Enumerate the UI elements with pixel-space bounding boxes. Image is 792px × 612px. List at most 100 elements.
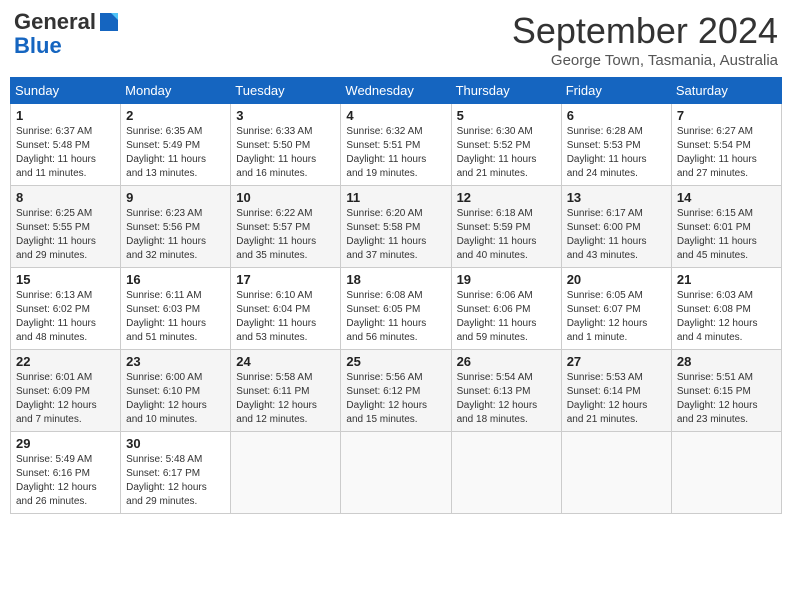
day-number: 23 <box>126 354 225 369</box>
day-info: Sunrise: 6:15 AM Sunset: 6:01 PM Dayligh… <box>677 207 776 263</box>
day-number: 8 <box>16 190 115 205</box>
day-info: Sunrise: 5:49 AM Sunset: 6:16 PM Dayligh… <box>16 453 115 509</box>
calendar-cell: 12Sunrise: 6:18 AM Sunset: 5:59 PM Dayli… <box>451 186 561 268</box>
day-number: 1 <box>16 108 115 123</box>
calendar-cell: 30 Sunrise: 5:48 AM Sunset: 6:17 PM Dayli… <box>121 432 231 514</box>
calendar-cell: 25Sunrise: 5:56 AM Sunset: 6:12 PM Dayli… <box>341 350 451 432</box>
weekday-header-sunday: Sunday <box>11 78 121 104</box>
day-number: 15 <box>16 272 115 287</box>
calendar-cell <box>451 432 561 514</box>
calendar-cell: 19 Sunrise: 6:06 AM Sunset: 6:06 PM Dayli… <box>451 268 561 350</box>
weekday-header-row: SundayMondayTuesdayWednesdayThursdayFrid… <box>11 78 782 104</box>
day-info: Sunrise: 5:58 AM Sunset: 6:11 PM Dayligh… <box>236 371 335 427</box>
logo-general-text: General <box>14 10 96 34</box>
calendar-cell: 26 Sunrise: 5:54 AM Sunset: 6:13 PM Dayli… <box>451 350 561 432</box>
calendar-cell: 10 Sunrise: 6:22 AM Sunset: 5:57 PM Dayli… <box>231 186 341 268</box>
day-info: Sunrise: 5:48 AM Sunset: 6:17 PM Dayligh… <box>126 453 225 509</box>
day-info: Sunrise: 6:01 AM Sunset: 6:09 PM Dayligh… <box>16 371 115 427</box>
day-number: 18 <box>346 272 445 287</box>
day-number: 6 <box>567 108 666 123</box>
day-info: Sunrise: 6:37 AM Sunset: 5:48 PM Dayligh… <box>16 125 115 181</box>
day-info: Sunrise: 6:28 AM Sunset: 5:53 PM Dayligh… <box>567 125 666 181</box>
calendar-cell: 17 Sunrise: 6:10 AM Sunset: 6:04 PM Dayli… <box>231 268 341 350</box>
calendar-cell: 7 Sunrise: 6:27 AM Sunset: 5:54 PM Daylig… <box>671 104 781 186</box>
calendar-cell: 21Sunrise: 6:03 AM Sunset: 6:08 PM Dayli… <box>671 268 781 350</box>
day-info: Sunrise: 6:17 AM Sunset: 6:00 PM Dayligh… <box>567 207 666 263</box>
weekday-header-wednesday: Wednesday <box>341 78 451 104</box>
day-info: Sunrise: 6:27 AM Sunset: 5:54 PM Dayligh… <box>677 125 776 181</box>
calendar-cell: 3 Sunrise: 6:33 AM Sunset: 5:50 PM Daylig… <box>231 104 341 186</box>
calendar-cell <box>341 432 451 514</box>
calendar-cell: 11 Sunrise: 6:20 AM Sunset: 5:58 PM Dayli… <box>341 186 451 268</box>
calendar-week-row: 22 Sunrise: 6:01 AM Sunset: 6:09 PM Dayli… <box>11 350 782 432</box>
title-section: September 2024 George Town, Tasmania, Au… <box>512 10 778 69</box>
logo-icon <box>98 11 120 33</box>
day-number: 26 <box>457 354 556 369</box>
calendar-cell: 22 Sunrise: 6:01 AM Sunset: 6:09 PM Dayli… <box>11 350 121 432</box>
day-info: Sunrise: 6:10 AM Sunset: 6:04 PM Dayligh… <box>236 289 335 345</box>
day-info: Sunrise: 6:06 AM Sunset: 6:06 PM Dayligh… <box>457 289 556 345</box>
calendar-cell: 15 Sunrise: 6:13 AM Sunset: 6:02 PM Dayli… <box>11 268 121 350</box>
day-info: Sunrise: 6:18 AM Sunset: 5:59 PM Dayligh… <box>457 207 556 263</box>
weekday-header-friday: Friday <box>561 78 671 104</box>
calendar-cell <box>671 432 781 514</box>
day-info: Sunrise: 6:33 AM Sunset: 5:50 PM Dayligh… <box>236 125 335 181</box>
logo: General Blue <box>14 10 120 58</box>
calendar-cell: 23 Sunrise: 6:00 AM Sunset: 6:10 PM Dayli… <box>121 350 231 432</box>
day-number: 16 <box>126 272 225 287</box>
day-number: 14 <box>677 190 776 205</box>
calendar-cell: 13Sunrise: 6:17 AM Sunset: 6:00 PM Dayli… <box>561 186 671 268</box>
weekday-header-thursday: Thursday <box>451 78 561 104</box>
calendar-cell: 28 Sunrise: 5:51 AM Sunset: 6:15 PM Dayli… <box>671 350 781 432</box>
calendar-cell: 6 Sunrise: 6:28 AM Sunset: 5:53 PM Daylig… <box>561 104 671 186</box>
weekday-header-saturday: Saturday <box>671 78 781 104</box>
day-number: 17 <box>236 272 335 287</box>
day-number: 11 <box>346 190 445 205</box>
calendar-cell: 5Sunrise: 6:30 AM Sunset: 5:52 PM Daylig… <box>451 104 561 186</box>
day-info: Sunrise: 6:23 AM Sunset: 5:56 PM Dayligh… <box>126 207 225 263</box>
calendar-cell: 16 Sunrise: 6:11 AM Sunset: 6:03 PM Dayli… <box>121 268 231 350</box>
calendar-week-row: 8 Sunrise: 6:25 AM Sunset: 5:55 PM Daylig… <box>11 186 782 268</box>
calendar-cell: 20Sunrise: 6:05 AM Sunset: 6:07 PM Dayli… <box>561 268 671 350</box>
day-number: 2 <box>126 108 225 123</box>
day-number: 22 <box>16 354 115 369</box>
day-number: 28 <box>677 354 776 369</box>
calendar-week-row: 15 Sunrise: 6:13 AM Sunset: 6:02 PM Dayli… <box>11 268 782 350</box>
calendar-cell: 27Sunrise: 5:53 AM Sunset: 6:14 PM Dayli… <box>561 350 671 432</box>
day-number: 20 <box>567 272 666 287</box>
day-info: Sunrise: 5:54 AM Sunset: 6:13 PM Dayligh… <box>457 371 556 427</box>
day-number: 24 <box>236 354 335 369</box>
day-number: 9 <box>126 190 225 205</box>
calendar-cell: 8 Sunrise: 6:25 AM Sunset: 5:55 PM Daylig… <box>11 186 121 268</box>
calendar-table: SundayMondayTuesdayWednesdayThursdayFrid… <box>10 77 782 514</box>
day-info: Sunrise: 5:53 AM Sunset: 6:14 PM Dayligh… <box>567 371 666 427</box>
calendar-cell: 9 Sunrise: 6:23 AM Sunset: 5:56 PM Daylig… <box>121 186 231 268</box>
day-info: Sunrise: 6:32 AM Sunset: 5:51 PM Dayligh… <box>346 125 445 181</box>
day-number: 4 <box>346 108 445 123</box>
day-info: Sunrise: 6:00 AM Sunset: 6:10 PM Dayligh… <box>126 371 225 427</box>
calendar-cell: 18Sunrise: 6:08 AM Sunset: 6:05 PM Dayli… <box>341 268 451 350</box>
day-number: 10 <box>236 190 335 205</box>
day-number: 19 <box>457 272 556 287</box>
weekday-header-tuesday: Tuesday <box>231 78 341 104</box>
day-info: Sunrise: 6:13 AM Sunset: 6:02 PM Dayligh… <box>16 289 115 345</box>
calendar-cell: 14 Sunrise: 6:15 AM Sunset: 6:01 PM Dayli… <box>671 186 781 268</box>
day-info: Sunrise: 6:30 AM Sunset: 5:52 PM Dayligh… <box>457 125 556 181</box>
day-info: Sunrise: 5:51 AM Sunset: 6:15 PM Dayligh… <box>677 371 776 427</box>
day-number: 30 <box>126 436 225 451</box>
calendar-cell: 24 Sunrise: 5:58 AM Sunset: 6:11 PM Dayli… <box>231 350 341 432</box>
day-info: Sunrise: 6:22 AM Sunset: 5:57 PM Dayligh… <box>236 207 335 263</box>
calendar-cell: 4 Sunrise: 6:32 AM Sunset: 5:51 PM Daylig… <box>341 104 451 186</box>
day-info: Sunrise: 6:25 AM Sunset: 5:55 PM Dayligh… <box>16 207 115 263</box>
day-number: 3 <box>236 108 335 123</box>
calendar-cell: 2Sunrise: 6:35 AM Sunset: 5:49 PM Daylig… <box>121 104 231 186</box>
day-number: 7 <box>677 108 776 123</box>
day-info: Sunrise: 6:11 AM Sunset: 6:03 PM Dayligh… <box>126 289 225 345</box>
day-number: 29 <box>16 436 115 451</box>
day-info: Sunrise: 6:20 AM Sunset: 5:58 PM Dayligh… <box>346 207 445 263</box>
logo-blue-text: Blue <box>14 34 62 58</box>
calendar-cell: 1 Sunrise: 6:37 AM Sunset: 5:48 PM Daylig… <box>11 104 121 186</box>
page-header: General Blue September 2024 George Town,… <box>10 10 782 69</box>
calendar-cell <box>561 432 671 514</box>
calendar-week-row: 1 Sunrise: 6:37 AM Sunset: 5:48 PM Daylig… <box>11 104 782 186</box>
